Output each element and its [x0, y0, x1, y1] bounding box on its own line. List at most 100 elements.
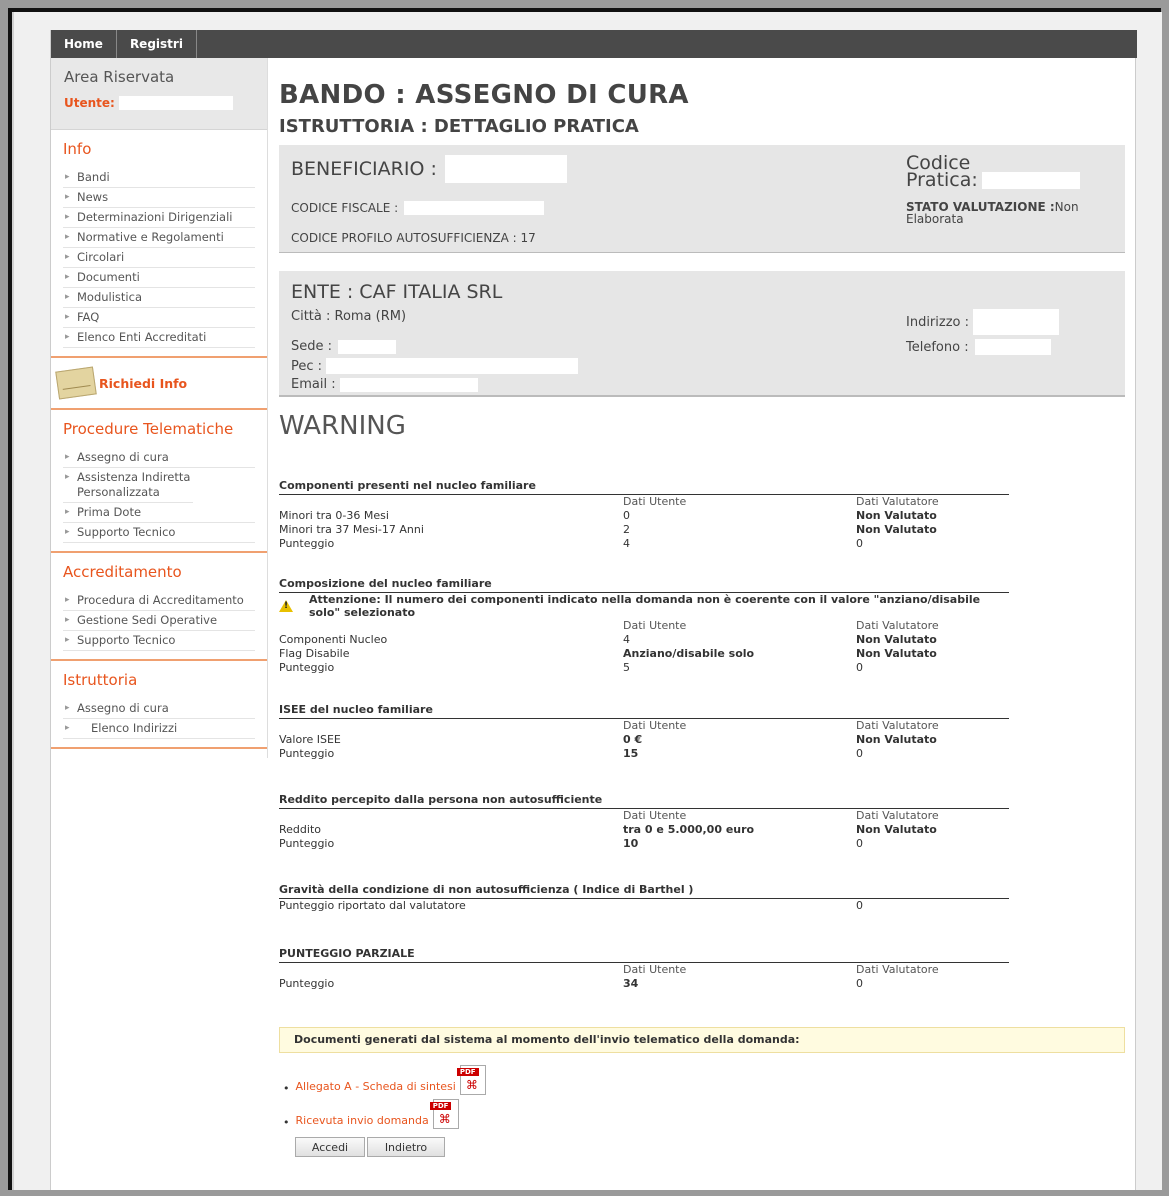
ente-citta: Città : Roma (RM) [291, 309, 407, 324]
table-row: Componenti Nucleo 4 Non Valutato [279, 633, 937, 646]
sidebar-item-assistenza[interactable]: Assistenza Indiretta Personalizzata [63, 468, 193, 503]
warning-icon [279, 600, 293, 612]
sidebar-item-supporto-tecnico[interactable]: Supporto Tecnico [63, 523, 255, 543]
nav-registri[interactable]: Registri [117, 30, 197, 58]
table-row: Reddito tra 0 e 5.000,00 euro Non Valutato [279, 823, 937, 836]
sidebar-item-gestione-sedi[interactable]: Gestione Sedi Operative [63, 611, 255, 631]
codice-pratica-redacted [981, 172, 1080, 189]
envelope-icon [55, 366, 97, 400]
indietro-button[interactable]: Indietro [367, 1137, 445, 1157]
codice-fiscale-redacted [404, 201, 545, 215]
table-row: Punteggio 15 0 [279, 747, 863, 760]
sidebar-item-documenti[interactable]: Documenti [63, 268, 255, 288]
sidebar-item-normative[interactable]: Normative e Regolamenti [63, 228, 255, 248]
pdf-icon[interactable]: PDF ⌘ [429, 1099, 459, 1129]
table-row: Valore ISEE 0 € Non Valutato [279, 733, 937, 746]
sidebar-section-istruttoria: Istruttoria Assegno di cura Elenco Indir… [51, 661, 267, 749]
accedi-button[interactable]: Accedi [295, 1137, 365, 1157]
ente-indirizzo-label: Indirizzo : [906, 314, 970, 330]
main-content: BANDO : ASSEGNO DI CURA ISTRUTTORIA : DE… [279, 58, 1125, 1157]
table-row: Flag Disabile Anziano/disabile solo Non Va… [279, 647, 937, 660]
section-isee-head: ISEE del nucleo familiare [279, 703, 1009, 719]
table-row: Minori tra 37 Mesi-17 Anni 2 Non Valutato [279, 523, 937, 536]
docs-note: Documenti generati dal sistema al moment… [279, 1027, 1125, 1053]
sidebar-item-assegno-cura[interactable]: Assegno di cura [63, 448, 255, 468]
stato-valutazione-value-2: Elaborata [906, 212, 964, 226]
sidebar-item-modulistica[interactable]: Modulistica [63, 288, 255, 308]
sidebar-item-istruttoria-assegno[interactable]: Assegno di cura [63, 699, 255, 719]
doc-link-allegato-a[interactable]: • Allegato A - Scheda di sintesi PDF ⌘ [283, 1065, 1125, 1095]
section-gravita: Gravità della condizione di non autosuff… [279, 883, 1009, 913]
section-isee: ISEE del nucleo familiare Dati Utente Dat… [279, 703, 1009, 761]
section-componenti: Componenti presenti nel nucleo familiare… [279, 479, 1009, 551]
section-parziale: PUNTEGGIO PARZIALE Dati Utente Dati Valut… [279, 947, 1009, 991]
sidebar-item-circolari[interactable]: Circolari [63, 248, 255, 268]
col-dati-valutatore: Dati Valutatore [856, 719, 939, 732]
section-composizione-head: Composizione del nucleo familiare [279, 577, 1009, 593]
col-dati-utente: Dati Utente [623, 495, 687, 508]
ente-indirizzo-redacted [973, 309, 1060, 335]
site-container: Home Registri Area Riservata Utente: Inf… [50, 30, 1137, 1190]
sidebar-info-title: Info [63, 140, 92, 158]
sidebar-item-faq[interactable]: FAQ [63, 308, 255, 328]
reserved-area: Area Riservata Utente: [51, 58, 267, 130]
ente-sede-label: Sede : [291, 339, 333, 354]
sidebar-procedure-title: Procedure Telematiche [63, 420, 234, 438]
section-reddito-head: Reddito percepito dalla persona non auto… [279, 793, 1009, 809]
beneficiario-name-redacted [444, 155, 567, 183]
section-componenti-head: Componenti presenti nel nucleo familiare [279, 479, 1009, 495]
col-dati-valutatore: Dati Valutatore [856, 963, 939, 976]
warning-title: WARNING [279, 411, 406, 441]
col-dati-utente: Dati Utente [623, 619, 687, 632]
richiedi-info-label: Richiedi Info [99, 375, 188, 391]
sidebar-item-determinazioni[interactable]: Determinazioni Dirigenziali [63, 208, 255, 228]
sidebar-item-elenco-enti[interactable]: Elenco Enti Accreditati [63, 328, 255, 348]
table-row: Punteggio 10 0 [279, 837, 863, 850]
user-row: Utente: [64, 96, 254, 110]
sidebar-accreditamento-title: Accreditamento [63, 563, 182, 581]
richiedi-info-link[interactable]: Richiedi Info [51, 358, 267, 410]
doc-link-ricevuta[interactable]: • Ricevuta invio domanda PDF ⌘ [283, 1099, 1125, 1129]
ente-sede-redacted [338, 339, 397, 354]
sidebar-section-procedure: Procedure Telematiche Assegno di cura As… [51, 410, 267, 553]
codice-profilo: CODICE PROFILO AUTOSUFFICIENZA : 17 [291, 231, 536, 245]
ente-email-redacted [339, 377, 478, 392]
doc-link-ricevuta-label[interactable]: Ricevuta invio domanda [296, 1114, 429, 1127]
user-label: Utente: [64, 96, 115, 110]
ente-email-label: Email : [291, 377, 336, 392]
ente-pec-label: Pec : [291, 358, 323, 374]
sidebar-item-news[interactable]: News [63, 188, 255, 208]
table-row: Punteggio 34 0 [279, 977, 863, 990]
page-subtitle: ISTRUTTORIA : DETTAGLIO PRATICA [279, 116, 639, 137]
pdf-icon[interactable]: PDF ⌘ [456, 1065, 486, 1095]
page-title: BANDO : ASSEGNO DI CURA [279, 80, 689, 110]
top-nav-bar: Home Registri [51, 30, 1137, 58]
stato-valutazione-value: Non [1054, 200, 1079, 214]
sidebar-item-elenco-indirizzi[interactable]: Elenco Indirizzi [63, 719, 255, 739]
coherence-alert-text: Attenzione: Il numero dei componenti ind… [309, 593, 981, 619]
reserved-area-title: Area Riservata [64, 68, 175, 86]
sidebar-item-procedura-accreditamento[interactable]: Procedura di Accreditamento [63, 591, 255, 611]
doc-link-allegato-a-label[interactable]: Allegato A - Scheda di sintesi [296, 1080, 456, 1093]
table-row: Punteggio 4 0 [279, 537, 863, 550]
col-dati-valutatore: Dati Valutatore [856, 809, 939, 822]
section-parziale-head: PUNTEGGIO PARZIALE [279, 947, 1009, 963]
table-row: Punteggio 5 0 [279, 661, 863, 674]
col-dati-valutatore: Dati Valutatore [856, 619, 939, 632]
sidebar: Area Riservata Utente: Info Bandi News D… [51, 58, 268, 758]
col-dati-valutatore: Dati Valutatore [856, 495, 939, 508]
section-composizione: Composizione del nucleo familiare Attenz… [279, 577, 1009, 675]
section-reddito: Reddito percepito dalla persona non auto… [279, 793, 1009, 851]
col-dati-utente: Dati Utente [623, 809, 687, 822]
col-dati-utente: Dati Utente [623, 963, 687, 976]
sidebar-item-supporto-tecnico-2[interactable]: Supporto Tecnico [63, 631, 255, 651]
sidebar-item-bandi[interactable]: Bandi [63, 168, 255, 188]
table-row: Minori tra 0-36 Mesi 0 Non Valutato [279, 509, 937, 522]
nav-home[interactable]: Home [51, 30, 117, 58]
ente-title: ENTE : CAF ITALIA SRL [291, 281, 503, 303]
section-gravita-head: Gravità della condizione di non autosuff… [279, 883, 1009, 899]
table-row: Punteggio riportato dal valutatore 0 [279, 899, 863, 912]
sidebar-section-info: Info Bandi News Determinazioni Dirigenzi… [51, 130, 267, 358]
sidebar-item-prima-dote[interactable]: Prima Dote [63, 503, 255, 523]
ente-telefono-label: Telefono : [906, 339, 969, 355]
